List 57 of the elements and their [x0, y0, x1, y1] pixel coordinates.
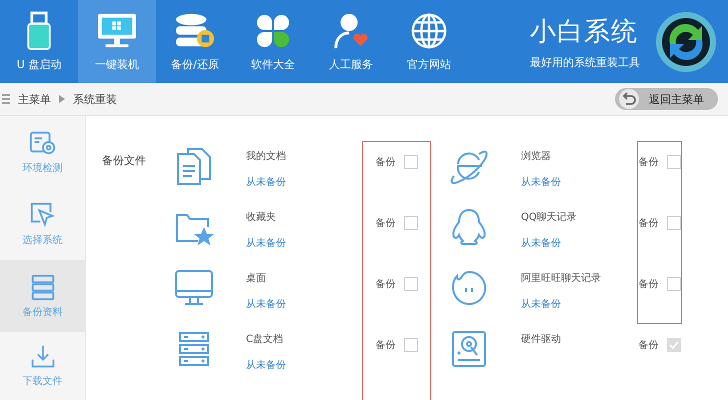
checkbox-label: 备份	[638, 339, 658, 352]
checkbox-label: 备份	[376, 156, 396, 169]
chevron-right-icon	[59, 95, 65, 103]
item-name: QQ聊天记录	[521, 211, 578, 224]
nav-tab[interactable]: 备份/还原	[156, 0, 234, 83]
checkbox-label: 备份	[638, 217, 658, 230]
backup-status-link[interactable]: 从未备份	[246, 358, 362, 372]
nav-tab[interactable]: 人工服务	[312, 0, 390, 83]
item-name: C盘文档	[246, 332, 284, 346]
checkbox[interactable]	[404, 338, 418, 352]
breadcrumb-link[interactable]: 主菜单	[18, 92, 51, 106]
item-name: 硬件驱动	[521, 333, 562, 346]
monitor-icon	[174, 268, 214, 308]
checkbox[interactable]	[666, 155, 680, 169]
person-heart-icon	[332, 11, 370, 51]
nav-tab[interactable]: 软件大全	[234, 0, 312, 83]
sidebar-item[interactable]: 下载文件	[0, 332, 85, 399]
gear-window-icon	[28, 129, 56, 157]
nav-tab[interactable]: 一键装机	[78, 0, 156, 83]
app-subtitle: 最好用的系统重装工具	[530, 54, 640, 70]
backup-status-link[interactable]: 从未备份	[246, 175, 362, 189]
checkbox[interactable]	[404, 155, 418, 169]
backup-status-link[interactable]: 从未备份	[246, 297, 362, 311]
nav-tab[interactable]: U 盘启动	[0, 0, 78, 83]
item-name: 我的文档	[246, 150, 287, 163]
backup-status-link[interactable]: 从未备份	[521, 297, 637, 311]
backup-status-link[interactable]: 从未备份	[521, 175, 637, 189]
chat-bubble-icon	[449, 268, 489, 308]
item-name: 浏览器	[521, 150, 552, 163]
app-title: 小白系统	[530, 16, 639, 48]
checkbox-label: 备份	[376, 339, 396, 352]
checkbox[interactable]	[666, 277, 680, 291]
checkbox[interactable]	[404, 277, 418, 291]
breadcrumb-link[interactable]: 系统重装	[73, 92, 117, 106]
backup-status-link[interactable]: 从未备份	[246, 236, 362, 250]
sidebar-item[interactable]: 选择系统	[0, 188, 85, 260]
sidebar-item[interactable]: 备份资料	[0, 260, 85, 332]
section-label: 备份文件	[102, 153, 147, 169]
globe-icon	[410, 11, 448, 51]
checkbox-label: 备份	[638, 156, 658, 169]
checkbox[interactable]	[404, 216, 418, 230]
backup-status-link[interactable]: 从未备份	[521, 236, 637, 250]
documents-icon	[174, 146, 214, 186]
item-name: 桌面	[246, 272, 267, 285]
checkbox[interactable]	[666, 216, 680, 230]
nav-tab[interactable]: 官方网站	[390, 0, 468, 83]
sidebar-item[interactable]: 环境检测	[0, 116, 85, 188]
download-icon	[28, 344, 56, 370]
cursor-window-icon	[28, 201, 56, 229]
checkbox-label: 备份	[376, 217, 396, 230]
item-name: 收藏夹	[246, 210, 277, 224]
hard-drive-icon	[449, 329, 489, 369]
checkbox-label: 备份	[638, 278, 658, 291]
item-name: 阿里旺旺聊天记录	[521, 272, 602, 285]
checkbox-label: 备份	[376, 278, 396, 291]
back-button[interactable]: 返回主菜单	[615, 88, 718, 110]
menu-icon	[2, 94, 10, 104]
